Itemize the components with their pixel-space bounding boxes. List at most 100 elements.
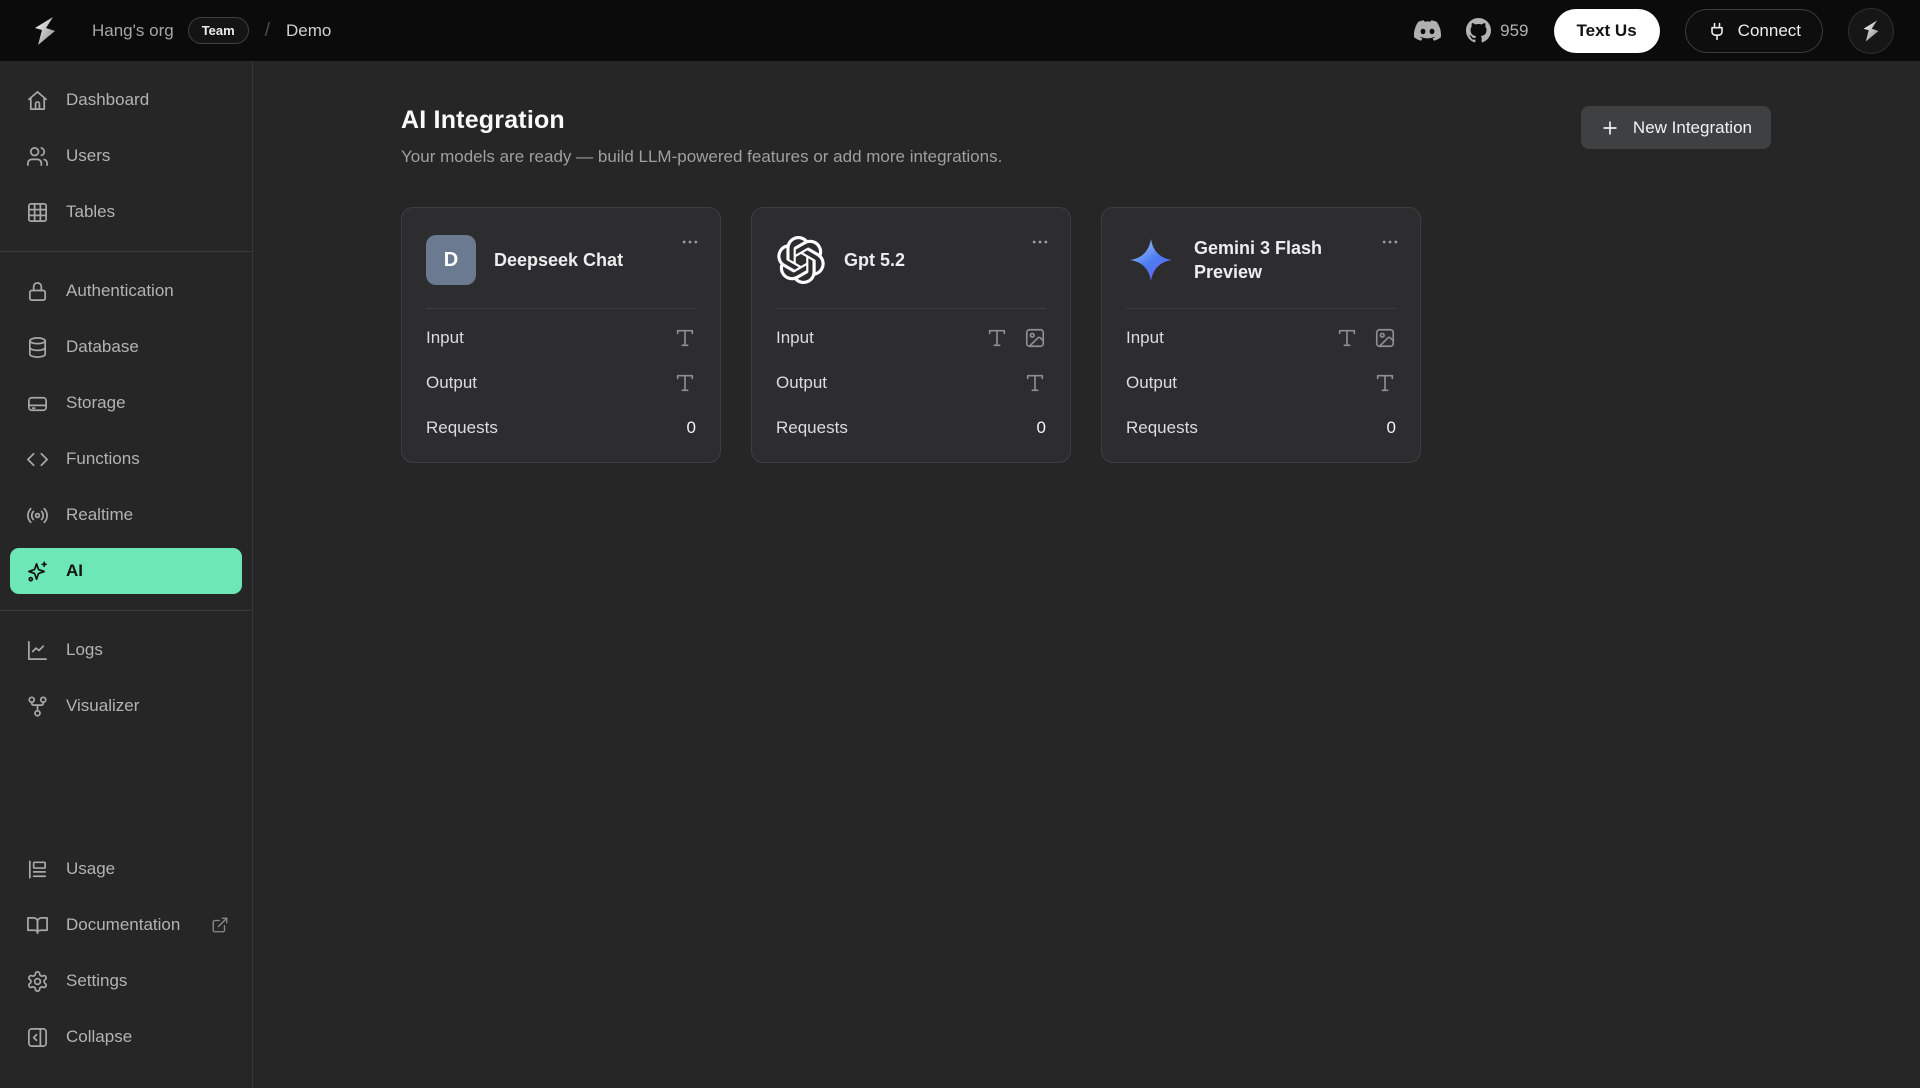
database-icon <box>26 336 49 359</box>
sidebar-item-label: Logs <box>66 640 103 660</box>
avatar[interactable] <box>1848 8 1894 54</box>
sidebar-item-authentication[interactable]: Authentication <box>10 268 242 314</box>
text-us-button[interactable]: Text Us <box>1554 9 1660 53</box>
sidebar-item-label: Usage <box>66 859 115 879</box>
divider <box>776 308 1046 309</box>
row-label: Input <box>776 328 814 348</box>
sidebar-item-database[interactable]: Database <box>10 324 242 370</box>
ellipsis-menu-button[interactable] <box>1380 232 1400 252</box>
panel-collapse-icon <box>26 1026 49 1049</box>
row-label: Output <box>1126 373 1177 393</box>
requests-count: 0 <box>1387 418 1396 438</box>
row-label: Requests <box>1126 418 1198 438</box>
sidebar-item-label: Functions <box>66 449 140 469</box>
project-name[interactable]: Demo <box>286 21 331 41</box>
sidebar-item-usage[interactable]: Usage <box>10 846 242 892</box>
github-stars[interactable]: 959 <box>1466 18 1528 43</box>
sidebar-item-label: Documentation <box>66 915 180 935</box>
integration-name: Gpt 5.2 <box>844 248 905 272</box>
card-row-input: Input <box>1126 315 1396 360</box>
sidebar-item-label: Authentication <box>66 281 174 301</box>
main-content: AI Integration Your models are ready — b… <box>253 61 1920 1088</box>
row-label: Output <box>426 373 477 393</box>
text-icon <box>674 327 696 349</box>
sidebar-divider <box>0 251 252 252</box>
card-row-input: Input <box>426 315 696 360</box>
sidebar-item-users[interactable]: Users <box>10 133 242 179</box>
ellipsis-icon <box>1030 232 1050 252</box>
divider <box>426 308 696 309</box>
fork-icon <box>26 695 49 718</box>
ellipsis-menu-button[interactable] <box>680 232 700 252</box>
sidebar-item-tables[interactable]: Tables <box>10 189 242 235</box>
sidebar-item-storage[interactable]: Storage <box>10 380 242 426</box>
discord-icon[interactable] <box>1414 17 1441 44</box>
text-icon <box>1024 372 1046 394</box>
row-label: Requests <box>426 418 498 438</box>
integration-card-deepseek: D Deepseek Chat Input Output <box>401 207 721 463</box>
breadcrumb-separator: / <box>265 20 270 42</box>
integration-cards: D Deepseek Chat Input Output <box>401 207 1771 463</box>
plug-icon <box>1707 21 1727 41</box>
sidebar-item-documentation[interactable]: Documentation <box>10 902 242 948</box>
page-title: AI Integration <box>401 106 1002 135</box>
line-chart-icon <box>26 639 49 662</box>
sidebar-item-label: Settings <box>66 971 127 991</box>
sidebar-item-label: AI <box>66 561 83 581</box>
sidebar-item-dashboard[interactable]: Dashboard <box>10 77 242 123</box>
deepseek-avatar: D <box>426 235 476 285</box>
row-label: Input <box>1126 328 1164 348</box>
connect-button[interactable]: Connect <box>1685 9 1823 53</box>
row-label: Requests <box>776 418 848 438</box>
usage-list-icon <box>26 858 49 881</box>
text-icon <box>986 327 1008 349</box>
sidebar-item-logs[interactable]: Logs <box>10 627 242 673</box>
integration-card-gpt: Gpt 5.2 Input Output <box>751 207 1071 463</box>
sidebar-item-visualizer[interactable]: Visualizer <box>10 683 242 729</box>
card-row-requests: Requests 0 <box>776 405 1046 450</box>
gear-icon <box>26 970 49 993</box>
new-integration-button[interactable]: New Integration <box>1581 106 1771 149</box>
lock-icon <box>26 280 49 303</box>
team-badge[interactable]: Team <box>188 17 249 44</box>
sidebar-item-label: Database <box>66 337 139 357</box>
sparkles-icon <box>26 560 49 583</box>
sidebar-item-ai[interactable]: AI <box>10 548 242 594</box>
gemini-logo-icon <box>1126 235 1176 285</box>
card-row-requests: Requests 0 <box>426 405 696 450</box>
sidebar-spacer <box>10 739 242 846</box>
app-logo[interactable] <box>26 12 64 50</box>
sidebar-item-settings[interactable]: Settings <box>10 958 242 1004</box>
ellipsis-menu-button[interactable] <box>1030 232 1050 252</box>
home-icon <box>26 89 49 112</box>
integration-name: Deepseek Chat <box>494 248 623 272</box>
card-row-output: Output <box>426 360 696 405</box>
book-open-icon <box>26 914 49 937</box>
table-icon <box>26 201 49 224</box>
text-icon <box>1374 372 1396 394</box>
sidebar-item-functions[interactable]: Functions <box>10 436 242 482</box>
org-name[interactable]: Hang's org <box>92 21 174 41</box>
sidebar: Dashboard Users Tables Authentication Da… <box>0 61 253 1088</box>
page-header: AI Integration Your models are ready — b… <box>401 106 1002 167</box>
row-label: Input <box>426 328 464 348</box>
sidebar-item-label: Storage <box>66 393 126 413</box>
sidebar-item-realtime[interactable]: Realtime <box>10 492 242 538</box>
image-icon <box>1024 327 1046 349</box>
card-row-output: Output <box>776 360 1046 405</box>
divider <box>1126 308 1396 309</box>
requests-count: 0 <box>687 418 696 438</box>
image-icon <box>1374 327 1396 349</box>
sidebar-item-label: Tables <box>66 202 115 222</box>
text-icon <box>674 372 696 394</box>
sidebar-item-label: Users <box>66 146 110 166</box>
integration-name: Gemini 3 Flash Preview <box>1194 236 1344 285</box>
row-label: Output <box>776 373 827 393</box>
sidebar-divider <box>0 610 252 611</box>
requests-count: 0 <box>1037 418 1046 438</box>
sidebar-item-collapse[interactable]: Collapse <box>10 1014 242 1060</box>
github-count: 959 <box>1500 21 1528 41</box>
code-icon <box>26 448 49 471</box>
sidebar-item-label: Visualizer <box>66 696 139 716</box>
sidebar-item-label: Realtime <box>66 505 133 525</box>
